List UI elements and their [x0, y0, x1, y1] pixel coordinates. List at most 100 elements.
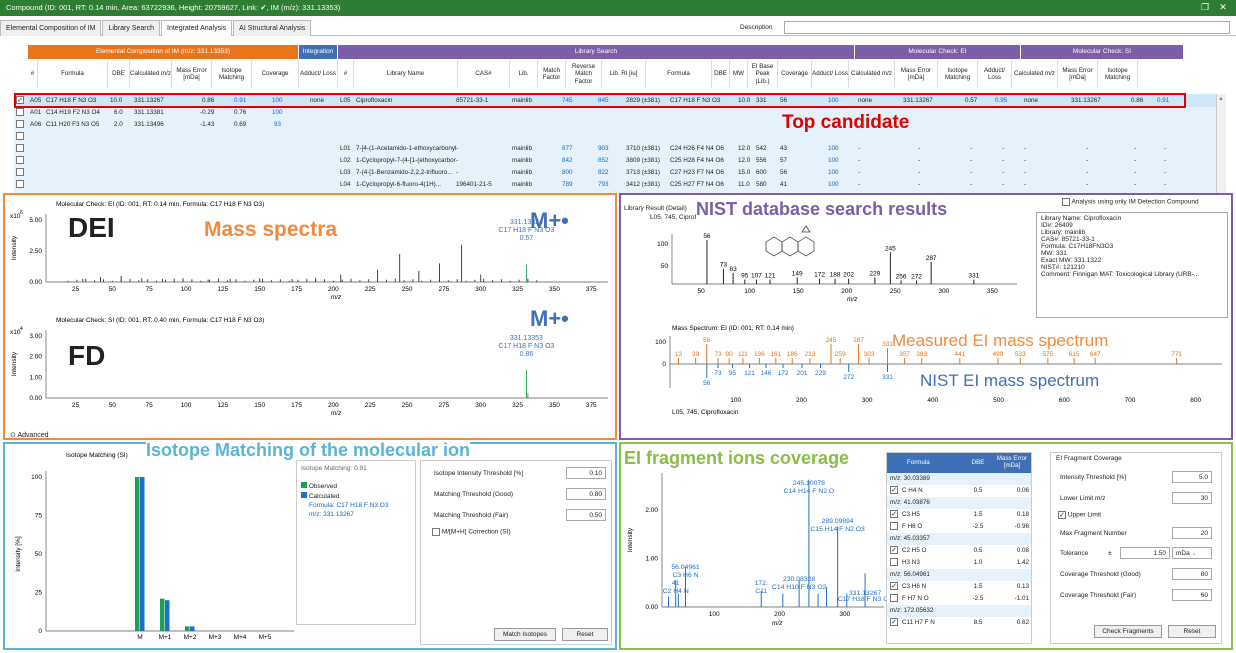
col-header[interactable]: EI Base Peak (Lib.) [748, 60, 778, 88]
library-info-box[interactable]: Library Name: Ciprofloxacin ID#: 26409 L… [1036, 212, 1228, 318]
frag-row[interactable]: ✓ C H4 N 0.5 0.06 [887, 485, 1031, 497]
col-header[interactable]: CAS# [458, 60, 510, 88]
check-fragments-button[interactable]: Check Fragments [1094, 625, 1162, 638]
table-scrollbar[interactable] [1216, 94, 1226, 194]
table-row[interactable] [16, 107, 24, 119]
frag-check[interactable]: ✓ [890, 582, 898, 591]
measured-peak-label: 90 [726, 351, 734, 358]
frag-row[interactable]: F H7 N O -2.5 -1.01 [887, 593, 1031, 605]
tab-ai-structural-analysis[interactable]: AI Structural Analysis [233, 20, 312, 36]
row-checkbox[interactable] [16, 180, 24, 189]
upper-limit-checkbox[interactable]: ✓ Upper Limit [1058, 511, 1101, 519]
row-checkbox[interactable] [16, 156, 24, 165]
correction-check[interactable] [432, 528, 440, 536]
iso-threshold-input[interactable]: 0.10 [566, 467, 606, 479]
lower-limit-input[interactable]: 30 [1172, 492, 1212, 504]
tab-elemental-composition[interactable]: Elemental Composition of IM [0, 20, 102, 36]
col-header[interactable]: Mass Error [mDa] [1058, 60, 1098, 88]
tolerance-unit-select[interactable]: mDa ⌄ [1172, 547, 1212, 559]
table-row[interactable] [16, 167, 24, 179]
correction-checkbox[interactable]: M/[M+H] Correction (SI) [432, 528, 511, 536]
col-header[interactable]: Library Name [354, 60, 458, 88]
col-header[interactable]: Isotope Matching [1098, 60, 1138, 88]
col-header[interactable]: Lib. RI [iu] [602, 60, 646, 88]
frag-col-err[interactable]: Mass Error [mDa] [993, 453, 1031, 473]
tab-library-search[interactable]: Library Search [102, 20, 161, 36]
col-header[interactable]: Adduct/ Loss [978, 60, 1012, 88]
col-header[interactable]: DBE [712, 60, 730, 88]
row-checkbox[interactable] [16, 168, 24, 177]
col-header[interactable]: Coverage [252, 60, 299, 88]
description-input[interactable] [784, 21, 1230, 34]
frag-row[interactable]: m/z: 45.03357 [887, 533, 1031, 545]
table-row[interactable] [16, 143, 24, 155]
dash-cell: - [1164, 169, 1167, 176]
isotope-label: Isotope Matching of the molecular ion [146, 440, 471, 461]
col-header[interactable]: DBE [108, 60, 130, 88]
row-checkbox[interactable] [16, 144, 24, 153]
frag-row[interactable]: H3 N3 1.0 1.42 [887, 557, 1031, 569]
col-header[interactable]: Formula [646, 60, 712, 88]
frag-check[interactable] [890, 558, 898, 567]
table-row[interactable] [16, 131, 24, 143]
col-header[interactable]: Lib. [510, 60, 538, 88]
row-checkbox[interactable] [16, 108, 24, 117]
frag-row[interactable]: F H6 O -2.5 -0.96 [887, 521, 1031, 533]
match-good-input[interactable]: 0.80 [566, 488, 606, 500]
col-header[interactable]: Isotope Matching [938, 60, 978, 88]
table-row[interactable] [16, 179, 24, 191]
restore-icon[interactable]: ❐ [1198, 2, 1212, 13]
col-header[interactable]: MW [730, 60, 748, 88]
table-row[interactable] [16, 155, 24, 167]
frag-row[interactable]: m/z: 30.03389 [887, 473, 1031, 485]
intensity-threshold-input[interactable]: 5.0 [1172, 471, 1212, 483]
frag-check[interactable]: ✓ [890, 546, 898, 555]
row-checkbox[interactable] [16, 120, 24, 129]
im-only-check[interactable] [1062, 198, 1070, 206]
col-header[interactable]: Adduct/ Loss [812, 60, 849, 88]
close-icon[interactable]: ✕ [1216, 2, 1230, 13]
frag-row[interactable]: ✓ C3 H6 N 1.5 0.13 [887, 581, 1031, 593]
col-header[interactable]: Match Factor [538, 60, 566, 88]
frag-col-dbe[interactable]: DBE [963, 453, 993, 473]
col-header[interactable]: Coverage [778, 60, 812, 88]
max-fragment-input[interactable]: 20 [1172, 527, 1212, 539]
col-header[interactable]: Adduct/ Loss [299, 60, 338, 88]
frag-check[interactable]: ✓ [890, 510, 898, 519]
frag-row[interactable]: m/z: 56.04961 [887, 569, 1031, 581]
advanced-toggle[interactable]: ⊙ Advanced [10, 431, 49, 439]
col-header[interactable]: Mass Error [mDa] [895, 60, 938, 88]
scroll-up-icon[interactable]: ▲ [1218, 96, 1224, 102]
tab-integrated-analysis[interactable]: Integrated Analysis [161, 20, 233, 36]
frag-row[interactable]: ✓ C2 H5 O 0.5 0.08 [887, 545, 1031, 557]
frag-row[interactable]: ✓ C11 H7 F N 8.5 0.62 [887, 617, 1031, 629]
col-header[interactable]: Mass Error [mDa] [172, 60, 212, 88]
frag-row[interactable]: ✓ C3 H5 1.5 0.18 [887, 509, 1031, 521]
match-isotopes-button[interactable]: Match Isotopes [494, 628, 556, 641]
im-only-checkbox[interactable]: Analysis using only IM Detection Compoun… [1062, 198, 1199, 206]
col-header[interactable]: Calculated m/z [130, 60, 172, 88]
col-header[interactable]: # [338, 60, 354, 88]
upper-limit-check[interactable]: ✓ [1058, 511, 1066, 519]
frag-check[interactable]: ✓ [890, 618, 898, 627]
col-header[interactable]: Reverse Match Factor [566, 60, 602, 88]
coverage-fair-input[interactable]: 60 [1172, 589, 1212, 601]
tolerance-input[interactable]: 1.50 [1120, 547, 1170, 559]
frag-check[interactable] [890, 594, 898, 603]
coverage-good-input[interactable]: 80 [1172, 568, 1212, 580]
row-checkbox[interactable] [16, 132, 24, 141]
frag-col-formula[interactable]: Formula [887, 453, 963, 473]
col-header[interactable]: Calculated m/z [849, 60, 895, 88]
table-row[interactable] [16, 119, 24, 131]
fragment-reset-button[interactable]: Reset [1168, 625, 1216, 638]
frag-row[interactable]: m/z: 172.05632 [887, 605, 1031, 617]
match-fair-input[interactable]: 0.50 [566, 509, 606, 521]
frag-check[interactable] [890, 522, 898, 531]
col-header[interactable]: # [28, 60, 38, 88]
frag-check[interactable]: ✓ [890, 486, 898, 495]
col-header[interactable]: Formula [38, 60, 108, 88]
col-header[interactable]: Isotope Matching [212, 60, 252, 88]
frag-row[interactable]: m/z: 41.03876 [887, 497, 1031, 509]
col-header[interactable]: Calculated m/z [1012, 60, 1058, 88]
isotope-reset-button[interactable]: Reset [562, 628, 608, 641]
